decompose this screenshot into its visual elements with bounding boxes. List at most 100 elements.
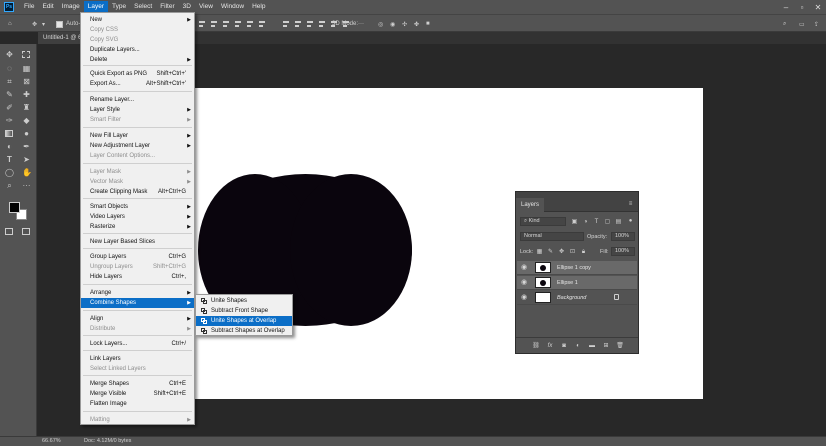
lasso-tool-icon[interactable]: ◌ (5, 64, 14, 73)
menu-item-video-layers[interactable]: Video Layers ▶ (81, 212, 194, 222)
move-tool-icon[interactable]: ✥ (32, 19, 37, 29)
blend-mode-select[interactable]: Normal (520, 232, 584, 241)
menu-item-new-fill-layer[interactable]: New Fill Layer ▶ (81, 131, 194, 141)
lock-artboard-icon[interactable]: ⊡ (569, 249, 576, 256)
lock-pixels-icon[interactable]: ✎ (547, 249, 554, 256)
submenu-item-unite-shapes[interactable]: Unite Shapes (196, 296, 292, 306)
menu-window[interactable]: Window (217, 1, 248, 13)
menu-item-align[interactable]: Align ▶ (81, 314, 194, 324)
visibility-eye-icon[interactable]: ◉ (521, 264, 529, 272)
menu-item-link-layers[interactable]: Link Layers (81, 354, 194, 364)
menu-item-merge-shapes[interactable]: Merge Shapes Ctrl+E (81, 379, 194, 389)
menu-item-new[interactable]: New ▶ (81, 15, 194, 25)
move-tool-icon[interactable]: ✥ (5, 50, 14, 59)
blur-tool-icon[interactable]: ● (22, 129, 31, 138)
add-mask-icon[interactable]: ◙ (560, 342, 568, 350)
dodge-tool-icon[interactable]: ◐ (5, 142, 14, 151)
crop-tool-icon[interactable]: ⌗ (5, 77, 14, 86)
chevron-down-icon[interactable]: ▾ (42, 19, 45, 29)
screen-mode-icon[interactable] (22, 228, 30, 235)
document-tab[interactable]: Untitled-1 @ 66.7% (Ellipse 1 copy, RGB/… (38, 32, 80, 44)
distribute-vcenter-icon[interactable] (295, 20, 302, 28)
zoom-tool-icon[interactable]: ⌕ (5, 181, 14, 190)
visibility-eye-icon[interactable]: ◉ (521, 279, 529, 287)
hand-tool-icon[interactable]: ✋ (22, 168, 32, 177)
scale-3d-icon[interactable]: ■ (426, 19, 430, 29)
submenu-item-subtract-shapes-at-overlap[interactable]: Subtract Shapes at Overlap (196, 326, 292, 336)
menu-edit[interactable]: Edit (38, 1, 57, 13)
drag-3d-icon[interactable]: ✣ (402, 19, 407, 29)
gradient-tool-icon[interactable] (5, 130, 13, 137)
panel-menu-icon[interactable]: ≡ (627, 201, 634, 208)
layer-style-icon[interactable]: fx (546, 342, 554, 350)
filter-kind-select[interactable]: ⌕ Kind (520, 217, 566, 226)
menu-item-group-layers[interactable]: Group Layers Ctrl+G (81, 252, 194, 262)
menu-item-new-adjustment-layer[interactable]: New Adjustment Layer ▶ (81, 141, 194, 151)
ellipse-tool-icon[interactable]: ◯ (5, 168, 14, 177)
eraser-tool-icon[interactable]: ◆ (22, 116, 31, 125)
menu-item-export-as[interactable]: Export As... Alt+Shift+Ctrl+' (81, 79, 194, 89)
layer-row-ellipse-1-copy[interactable]: ◉ Ellipse 1 copy (517, 261, 637, 275)
menu-help[interactable]: Help (248, 1, 269, 13)
roll-3d-icon[interactable]: ◉ (390, 19, 395, 29)
submenu-item-unite-shapes-at-overlap[interactable]: Unite Shapes at Overlap (196, 316, 292, 326)
menu-item-rasterize[interactable]: Rasterize ▶ (81, 222, 194, 232)
link-layers-icon[interactable]: ⛓ (532, 342, 540, 350)
filter-shape-icon[interactable]: ▢ (604, 219, 611, 226)
search-icon[interactable]: ⌕ (783, 19, 786, 29)
filter-smart-object-icon[interactable]: ▤ (615, 219, 622, 226)
align-top-icon[interactable] (199, 20, 206, 28)
object-select-tool-icon[interactable]: ▦ (22, 64, 31, 73)
workspace-icon[interactable]: ▭ (799, 19, 805, 29)
path-selection-tool-icon[interactable]: ➤ (22, 155, 31, 164)
layer-row-background[interactable]: ◉ Background (517, 291, 637, 305)
menu-item-quick-export-as-png[interactable]: Quick Export as PNG Shift+Ctrl+' (81, 69, 194, 79)
menu-item-arrange[interactable]: Arrange ▶ (81, 288, 194, 298)
type-tool-icon[interactable]: T (5, 155, 14, 164)
distribute-top-icon[interactable] (283, 20, 290, 28)
filter-type-icon[interactable]: T (593, 219, 600, 226)
foreground-color-swatch[interactable] (9, 202, 20, 213)
pen-tool-icon[interactable]: ✒ (22, 142, 31, 151)
orbit-3d-icon[interactable]: ◎ (378, 19, 383, 29)
visibility-eye-icon[interactable]: ◉ (521, 294, 529, 302)
more-tools-icon[interactable]: ··· (22, 181, 31, 190)
history-brush-tool-icon[interactable]: ✑ (5, 116, 14, 125)
layer-row-ellipse-1[interactable]: ◉ Ellipse 1 (517, 276, 637, 290)
menu-view[interactable]: View (195, 1, 217, 13)
clone-stamp-tool-icon[interactable]: ♜ (22, 103, 31, 112)
zoom-level[interactable]: 66.67% (42, 438, 61, 444)
menu-item-rename-layer[interactable]: Rename Layer... (81, 95, 194, 105)
adjustment-layer-icon[interactable]: ◐ (574, 342, 582, 350)
new-group-icon[interactable]: ▬ (588, 342, 596, 350)
menu-item-hide-layers[interactable]: Hide Layers Ctrl+, (81, 272, 194, 282)
align-vcenter-icon[interactable] (211, 20, 218, 28)
menu-file[interactable]: File (20, 1, 38, 13)
align-bottom-icon[interactable] (223, 20, 230, 28)
menu-item-duplicate-layers[interactable]: Duplicate Layers... (81, 45, 194, 55)
frame-tool-icon[interactable]: ⊠ (22, 77, 31, 86)
healing-brush-tool-icon[interactable]: ✚ (22, 90, 31, 99)
brush-tool-icon[interactable]: ✐ (5, 103, 14, 112)
slide-3d-icon[interactable]: ✤ (414, 19, 419, 29)
menu-item-lock-layers[interactable]: Lock Layers... Ctrl+/ (81, 339, 194, 349)
more-options-icon[interactable]: ··· (358, 19, 364, 29)
opacity-field[interactable]: 100% (611, 232, 635, 241)
restore-icon[interactable]: ▫ (794, 0, 810, 14)
new-layer-icon[interactable]: ⊞ (602, 342, 610, 350)
filter-toggle-icon[interactable]: ● (627, 218, 634, 225)
share-icon[interactable]: ⇪ (814, 19, 819, 29)
menu-item-new-layer-based-slices[interactable]: New Layer Based Slices (81, 237, 194, 247)
distribute-bottom-icon[interactable] (307, 20, 314, 28)
marquee-tool-icon[interactable] (22, 51, 30, 58)
filter-pixel-icon[interactable]: ▣ (571, 219, 578, 226)
lock-transparent-icon[interactable]: ▦ (536, 249, 543, 256)
align-right-icon[interactable] (259, 20, 266, 28)
eyedropper-tool-icon[interactable]: ✎ (5, 90, 14, 99)
menu-item-create-clipping-mask[interactable]: Create Clipping Mask Alt+Ctrl+G (81, 187, 194, 197)
distribute-left-icon[interactable] (319, 20, 326, 28)
minimize-icon[interactable]: – (778, 0, 794, 14)
quick-mask-icon[interactable] (5, 228, 13, 235)
align-hcenter-icon[interactable] (247, 20, 254, 28)
lock-all-icon[interactable]: 🔒︎ (580, 249, 587, 256)
